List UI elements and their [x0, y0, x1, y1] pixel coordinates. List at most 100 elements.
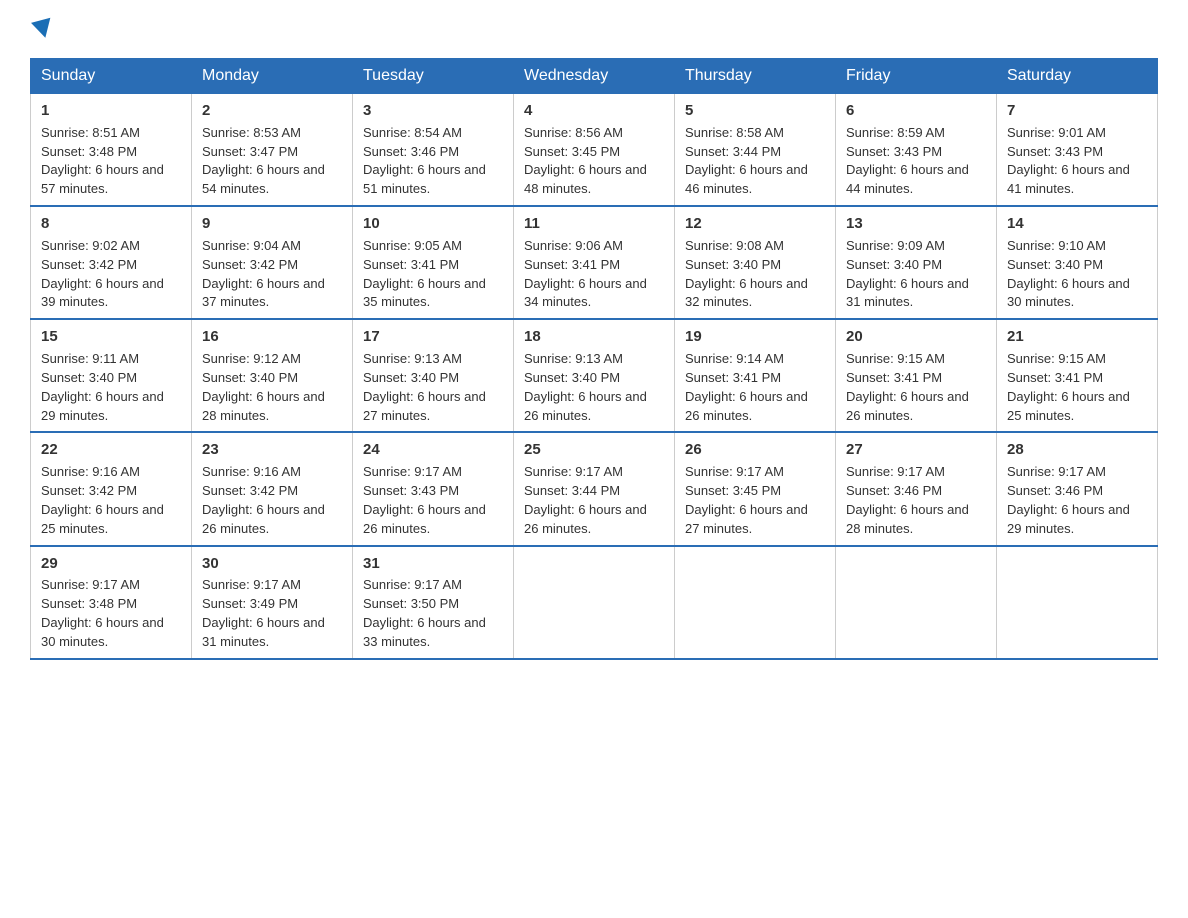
sunset-label: Sunset: 3:46 PM [846, 483, 942, 498]
day-number: 19 [685, 326, 825, 348]
col-sunday: Sunday [31, 59, 192, 94]
sunrise-label: Sunrise: 8:58 AM [685, 125, 784, 140]
daylight-label: Daylight: 6 hours and 32 minutes. [685, 276, 808, 310]
sunrise-label: Sunrise: 9:16 AM [41, 464, 140, 479]
daylight-label: Daylight: 6 hours and 31 minutes. [846, 276, 969, 310]
daylight-label: Daylight: 6 hours and 25 minutes. [1007, 389, 1130, 423]
sunset-label: Sunset: 3:41 PM [524, 257, 620, 272]
daylight-label: Daylight: 6 hours and 26 minutes. [524, 389, 647, 423]
table-row: 12 Sunrise: 9:08 AM Sunset: 3:40 PM Dayligh… [675, 206, 836, 319]
col-saturday: Saturday [997, 59, 1158, 94]
day-number: 4 [524, 100, 664, 122]
sunrise-label: Sunrise: 9:02 AM [41, 238, 140, 253]
sunset-label: Sunset: 3:43 PM [846, 144, 942, 159]
table-row: 27Sunrise: 9:17 AMSunset: 3:46 PMDayligh… [836, 432, 997, 545]
day-number: 26 [685, 439, 825, 461]
daylight-label: Daylight: 6 hours and 31 minutes. [202, 615, 325, 649]
sunrise-label: Sunrise: 9:17 AM [363, 464, 462, 479]
sunrise-label: Sunrise: 9:17 AM [685, 464, 784, 479]
table-row [836, 546, 997, 659]
daylight-label: Daylight: 6 hours and 25 minutes. [41, 502, 164, 536]
table-row: 22Sunrise: 9:16 AMSunset: 3:42 PMDayligh… [31, 432, 192, 545]
daylight-label: Daylight: 6 hours and 26 minutes. [363, 502, 486, 536]
table-row: 11Sunrise: 9:06 AMSunset: 3:41 PMDayligh… [514, 206, 675, 319]
daylight-label: Daylight: 6 hours and 37 minutes. [202, 276, 325, 310]
daylight-label: Daylight: 6 hours and 46 minutes. [685, 162, 808, 196]
sunset-label: Sunset: 3:48 PM [41, 144, 137, 159]
daylight-label: Daylight: 6 hours and 26 minutes. [202, 502, 325, 536]
sunset-label: Sunset: 3:41 PM [846, 370, 942, 385]
table-row: 24Sunrise: 9:17 AMSunset: 3:43 PMDayligh… [353, 432, 514, 545]
sunrise-label: Sunrise: 9:14 AM [685, 351, 784, 366]
sunrise-label: Sunrise: 8:59 AM [846, 125, 945, 140]
table-row: 28Sunrise: 9:17 AMSunset: 3:46 PMDayligh… [997, 432, 1158, 545]
table-row: 21Sunrise: 9:15 AMSunset: 3:41 PMDayligh… [997, 319, 1158, 432]
table-row: 1Sunrise: 8:51 AMSunset: 3:48 PMDaylight… [31, 94, 192, 207]
daylight-label: Daylight: 6 hours and 27 minutes. [363, 389, 486, 423]
day-number: 15 [41, 326, 181, 348]
table-row: 30Sunrise: 9:17 AMSunset: 3:49 PMDayligh… [192, 546, 353, 659]
sunset-label: Sunset: 3:41 PM [685, 370, 781, 385]
sunrise-label: Sunrise: 9:05 AM [363, 238, 462, 253]
week-row-2: 8Sunrise: 9:02 AMSunset: 3:42 PMDaylight… [31, 206, 1158, 319]
sunset-label: Sunset: 3:42 PM [41, 483, 137, 498]
daylight-label: Daylight: 6 hours and 29 minutes. [1007, 502, 1130, 536]
day-number: 23 [202, 439, 342, 461]
sunrise-label: Sunrise: 9:15 AM [846, 351, 945, 366]
table-row: 15Sunrise: 9:11 AMSunset: 3:40 PMDayligh… [31, 319, 192, 432]
sunrise-label: Sunrise: 9:17 AM [202, 577, 301, 592]
sunset-label: Sunset: 3:43 PM [363, 483, 459, 498]
sunrise-label: Sunrise: 9:17 AM [846, 464, 945, 479]
day-number: 20 [846, 326, 986, 348]
sunrise-label: Sunrise: 9:11 AM [41, 351, 139, 366]
day-number: 6 [846, 100, 986, 122]
table-row: 18Sunrise: 9:13 AMSunset: 3:40 PMDayligh… [514, 319, 675, 432]
sunset-label: Sunset: 3:47 PM [202, 144, 298, 159]
sunset-label: Sunset: 3:43 PM [1007, 144, 1103, 159]
sunset-label: Sunset: 3:42 PM [202, 257, 298, 272]
sunrise-label: Sunrise: 9:13 AM [363, 351, 462, 366]
daylight-label: Daylight: 6 hours and 57 minutes. [41, 162, 164, 196]
table-row [675, 546, 836, 659]
sunrise-label: Sunrise: 8:54 AM [363, 125, 462, 140]
table-row: 6 Sunrise: 8:59 AM Sunset: 3:43 PM Daylight… [836, 94, 997, 207]
table-row [514, 546, 675, 659]
logo [30, 20, 56, 38]
sunset-label: Sunset: 3:40 PM [41, 370, 137, 385]
daylight-label: Daylight: 6 hours and 26 minutes. [685, 389, 808, 423]
col-monday: Monday [192, 59, 353, 94]
daylight-label: Daylight: 6 hours and 44 minutes. [846, 162, 969, 196]
sunrise-label: Sunrise: 9:17 AM [524, 464, 623, 479]
day-number: 3 [363, 100, 503, 122]
sunset-label: Sunset: 3:44 PM [524, 483, 620, 498]
sunset-label: Sunset: 3:46 PM [363, 144, 459, 159]
sunset-label: Sunset: 3:40 PM [685, 257, 781, 272]
daylight-label: Daylight: 6 hours and 28 minutes. [846, 502, 969, 536]
week-row-3: 15 Sunrise: 9:11 AM Sunset: 3:40 PM Dayligh… [31, 319, 1158, 432]
table-row: 7Sunrise: 9:01 AMSunset: 3:43 PMDaylight… [997, 94, 1158, 207]
day-number: 13 [846, 213, 986, 235]
day-number: 25 [524, 439, 664, 461]
table-row: 13Sunrise: 9:09 AMSunset: 3:40 PMDayligh… [836, 206, 997, 319]
sunrise-label: Sunrise: 9:15 AM [1007, 351, 1106, 366]
table-row: 31Sunrise: 9:17 AMSunset: 3:50 PMDayligh… [353, 546, 514, 659]
sunset-label: Sunset: 3:42 PM [41, 257, 137, 272]
table-row: 5Sunrise: 8:58 AMSunset: 3:44 PMDaylight… [675, 94, 836, 207]
day-number: 7 [1007, 100, 1147, 122]
sunset-label: Sunset: 3:46 PM [1007, 483, 1103, 498]
sunrise-label: Sunrise: 8:56 AM [524, 125, 623, 140]
daylight-label: Daylight: 6 hours and 27 minutes. [685, 502, 808, 536]
table-row: 25Sunrise: 9:17 AMSunset: 3:44 PMDayligh… [514, 432, 675, 545]
day-number: 16 [202, 326, 342, 348]
sunrise-label: Sunrise: 9:09 AM [846, 238, 945, 253]
daylight-label: Daylight: 6 hours and 30 minutes. [1007, 276, 1130, 310]
sunrise-label: Sunrise: 9:06 AM [524, 238, 623, 253]
day-number: 11 [524, 213, 664, 235]
week-row-1: 1Sunrise: 8:51 AMSunset: 3:48 PMDaylight… [31, 94, 1158, 207]
table-row: 16Sunrise: 9:12 AMSunset: 3:40 PMDayligh… [192, 319, 353, 432]
daylight-label: Daylight: 6 hours and 35 minutes. [363, 276, 486, 310]
sunrise-label: Sunrise: 9:10 AM [1007, 238, 1106, 253]
sunrise-label: Sunrise: 9:08 AM [685, 238, 784, 253]
day-number: 12 [685, 213, 825, 235]
sunrise-label: Sunrise: 9:17 AM [41, 577, 140, 592]
